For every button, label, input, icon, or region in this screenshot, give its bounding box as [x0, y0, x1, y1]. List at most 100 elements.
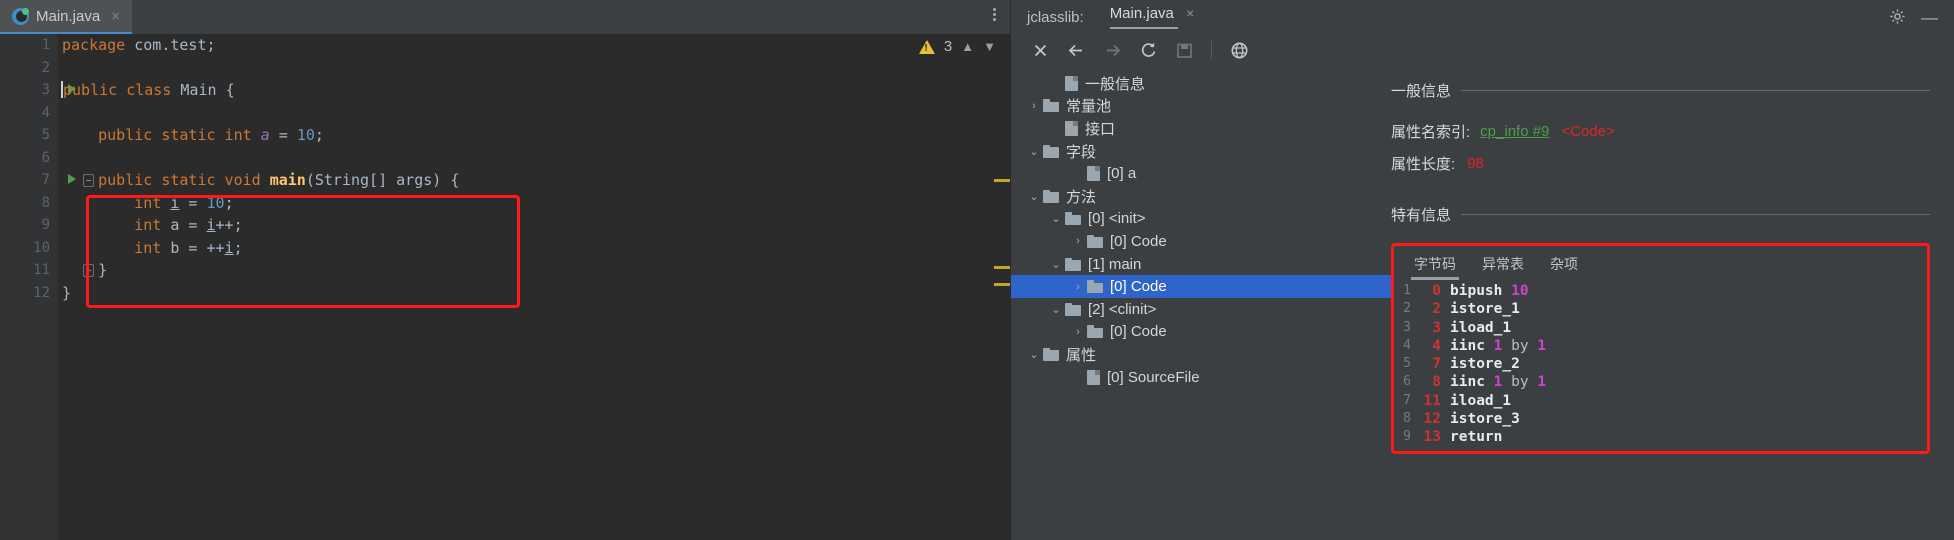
bytecode-instruction-row[interactable]: 1 0 bipush 10 [1394, 282, 1927, 300]
forward-arrow-icon[interactable] [1099, 38, 1125, 62]
code-token: public static int [98, 126, 261, 144]
attribute-row: 属性名索引: cp_info #9 <Code> [1391, 121, 1954, 142]
tree-item[interactable]: ⌄ [0] <init> [1011, 208, 1391, 231]
attribute-value: <Code> [1561, 123, 1615, 140]
tree-item[interactable]: 接口 [1011, 117, 1391, 140]
chevron-down-icon[interactable]: ▼ [983, 39, 996, 54]
instruction-line-number: 5 [1403, 356, 1411, 372]
close-icon[interactable]: × [111, 8, 120, 25]
line-number: 1 [41, 37, 50, 53]
divider [1461, 90, 1930, 91]
tree-item[interactable]: › [0] Code [1011, 230, 1391, 253]
tree-item-label: [0] Code [1110, 323, 1167, 341]
tree-item[interactable]: [0] SourceFile [1011, 366, 1391, 389]
constant-pool-link[interactable]: cp_info #9 [1480, 123, 1549, 140]
editor-gutter[interactable]: 1 2 3 4 5 6 7 8 9 10 11 12 [0, 34, 94, 540]
chevron-right-icon[interactable]: › [1069, 281, 1087, 293]
browse-web-icon[interactable] [1226, 38, 1252, 62]
bytecode-instruction-row[interactable]: 4 4 iinc 1 by 1 [1394, 337, 1927, 355]
instruction-opcode: iload_1 [1450, 319, 1512, 336]
minimize-icon[interactable]: — [1921, 8, 1938, 28]
more-options-icon[interactable] [993, 6, 996, 23]
tree-item[interactable]: ⌄ [2] <clinit> [1011, 298, 1391, 321]
save-icon[interactable] [1171, 38, 1197, 62]
instruction-offset: 2 [1432, 301, 1441, 318]
instruction-offset: 11 [1423, 392, 1441, 409]
bytecode-instruction-row[interactable]: 2 2 istore_1 [1394, 300, 1927, 318]
bytecode-tab[interactable]: 字节码 [1411, 254, 1459, 280]
code-line: public class Main { [58, 79, 1010, 102]
tree-item[interactable]: ⌄ 字段 [1011, 140, 1391, 163]
class-structure-tree[interactable]: 一般信息 › 常量池 接口 ⌄ 字段 [0] a ⌄ 方法 ⌄ [0] <init> › [0] Cod… [1011, 66, 1391, 540]
attribute-label: 属性长度: [1391, 156, 1456, 173]
bytecode-instruction-row[interactable]: 3 3 iload_1 [1394, 319, 1927, 337]
chevron-down-icon[interactable]: ⌄ [1047, 212, 1065, 225]
chevron-down-icon[interactable]: ⌄ [1025, 348, 1043, 361]
chevron-right-icon[interactable]: › [1025, 100, 1043, 112]
bytecode-tab[interactable]: 杂项 [1550, 254, 1578, 280]
inspection-widget[interactable]: 3 ▲ ▼ [918, 38, 996, 55]
code-token: ++; [215, 216, 243, 234]
tree-item[interactable]: › 常量池 [1011, 95, 1391, 118]
tree-item-label: 一般信息 [1085, 75, 1146, 93]
bytecode-tab[interactable]: 异常表 [1482, 254, 1524, 280]
code-token: public class [63, 81, 181, 99]
tree-item-selected[interactable]: › [0] Code [1011, 275, 1391, 298]
close-icon[interactable]: × [1186, 5, 1194, 21]
back-arrow-icon[interactable] [1063, 38, 1089, 62]
instruction-line-number: 6 [1403, 374, 1411, 390]
instruction-offset: 3 [1432, 319, 1441, 336]
code-token: Main [180, 81, 226, 99]
tree-item[interactable]: ⌄ [1] main [1011, 253, 1391, 276]
chevron-right-icon[interactable]: › [1069, 326, 1087, 338]
bytecode-instruction-row[interactable]: 8 12 istore_3 [1394, 410, 1927, 428]
bytecode-tab-bar: 字节码 异常表 杂项 [1394, 246, 1927, 280]
folder-icon [1065, 257, 1081, 271]
warning-triangle-icon [918, 39, 935, 54]
tree-item[interactable]: [0] a [1011, 162, 1391, 185]
settings-gear-icon[interactable] [1889, 8, 1906, 30]
chevron-down-icon[interactable]: ⌄ [1047, 258, 1065, 271]
instruction-line-number: 9 [1403, 429, 1411, 445]
bytecode-instruction-list[interactable]: 1 0 bipush 10 2 2 istore_1 3 3 iload_1 4 4 iinc 1 b… [1394, 280, 1927, 451]
code-token: ; [224, 193, 234, 212]
tree-item[interactable]: ⌄ 方法 [1011, 185, 1391, 208]
tree-item[interactable]: 一般信息 [1011, 72, 1391, 95]
tool-window-body: 一般信息 › 常量池 接口 ⌄ 字段 [0] a ⌄ 方法 ⌄ [0] <init> › [0] Cod… [1011, 66, 1954, 540]
code-token: public static void [98, 171, 270, 189]
tree-item[interactable]: ⌄ 属性 [1011, 343, 1391, 366]
file-icon [1087, 369, 1100, 385]
code-area[interactable]: package com.test; public class Main { pub… [58, 34, 1010, 540]
attribute-label: 属性名索引: [1391, 124, 1471, 141]
code-line: int b = ++i; [58, 237, 1010, 260]
bytecode-instruction-row[interactable]: 5 7 istore_2 [1394, 355, 1927, 373]
line-number: 6 [41, 149, 50, 166]
code-line: public static int a = 10; [58, 124, 1010, 147]
bytecode-instruction-row[interactable]: 9 13 return [1394, 428, 1927, 446]
tree-item[interactable]: › [0] Code [1011, 321, 1391, 344]
chevron-up-icon[interactable]: ▲ [961, 39, 974, 54]
editor-tab-main-java[interactable]: Main.java × [0, 0, 132, 34]
chevron-down-icon[interactable]: ⌄ [1025, 145, 1043, 158]
instruction-line-number: 1 [1403, 283, 1411, 298]
bytecode-instruction-row[interactable]: 7 11 iload_1 [1394, 392, 1927, 410]
tree-item-label: [2] <clinit> [1088, 300, 1157, 318]
chevron-down-icon[interactable]: ⌄ [1047, 303, 1065, 316]
code-token: = [179, 193, 207, 212]
line-number: 5 [41, 127, 50, 143]
tool-tab-main-java[interactable]: Main.java × [1109, 5, 1194, 29]
instruction-offset: 13 [1423, 429, 1441, 446]
code-token: = ++ [179, 238, 225, 257]
line-number: 11 [0, 259, 94, 282]
bytecode-instruction-row[interactable]: 6 8 iinc 1 by 1 [1394, 373, 1927, 391]
chevron-down-icon[interactable]: ⌄ [1025, 190, 1043, 203]
instruction-operand: 10 [1502, 283, 1529, 299]
chevron-right-icon[interactable]: › [1069, 235, 1087, 247]
reload-icon[interactable] [1135, 38, 1161, 62]
close-icon[interactable] [1027, 38, 1053, 62]
attribute-row: 属性长度: 98 [1391, 153, 1954, 174]
code-line: int i = 10; [58, 192, 1010, 215]
